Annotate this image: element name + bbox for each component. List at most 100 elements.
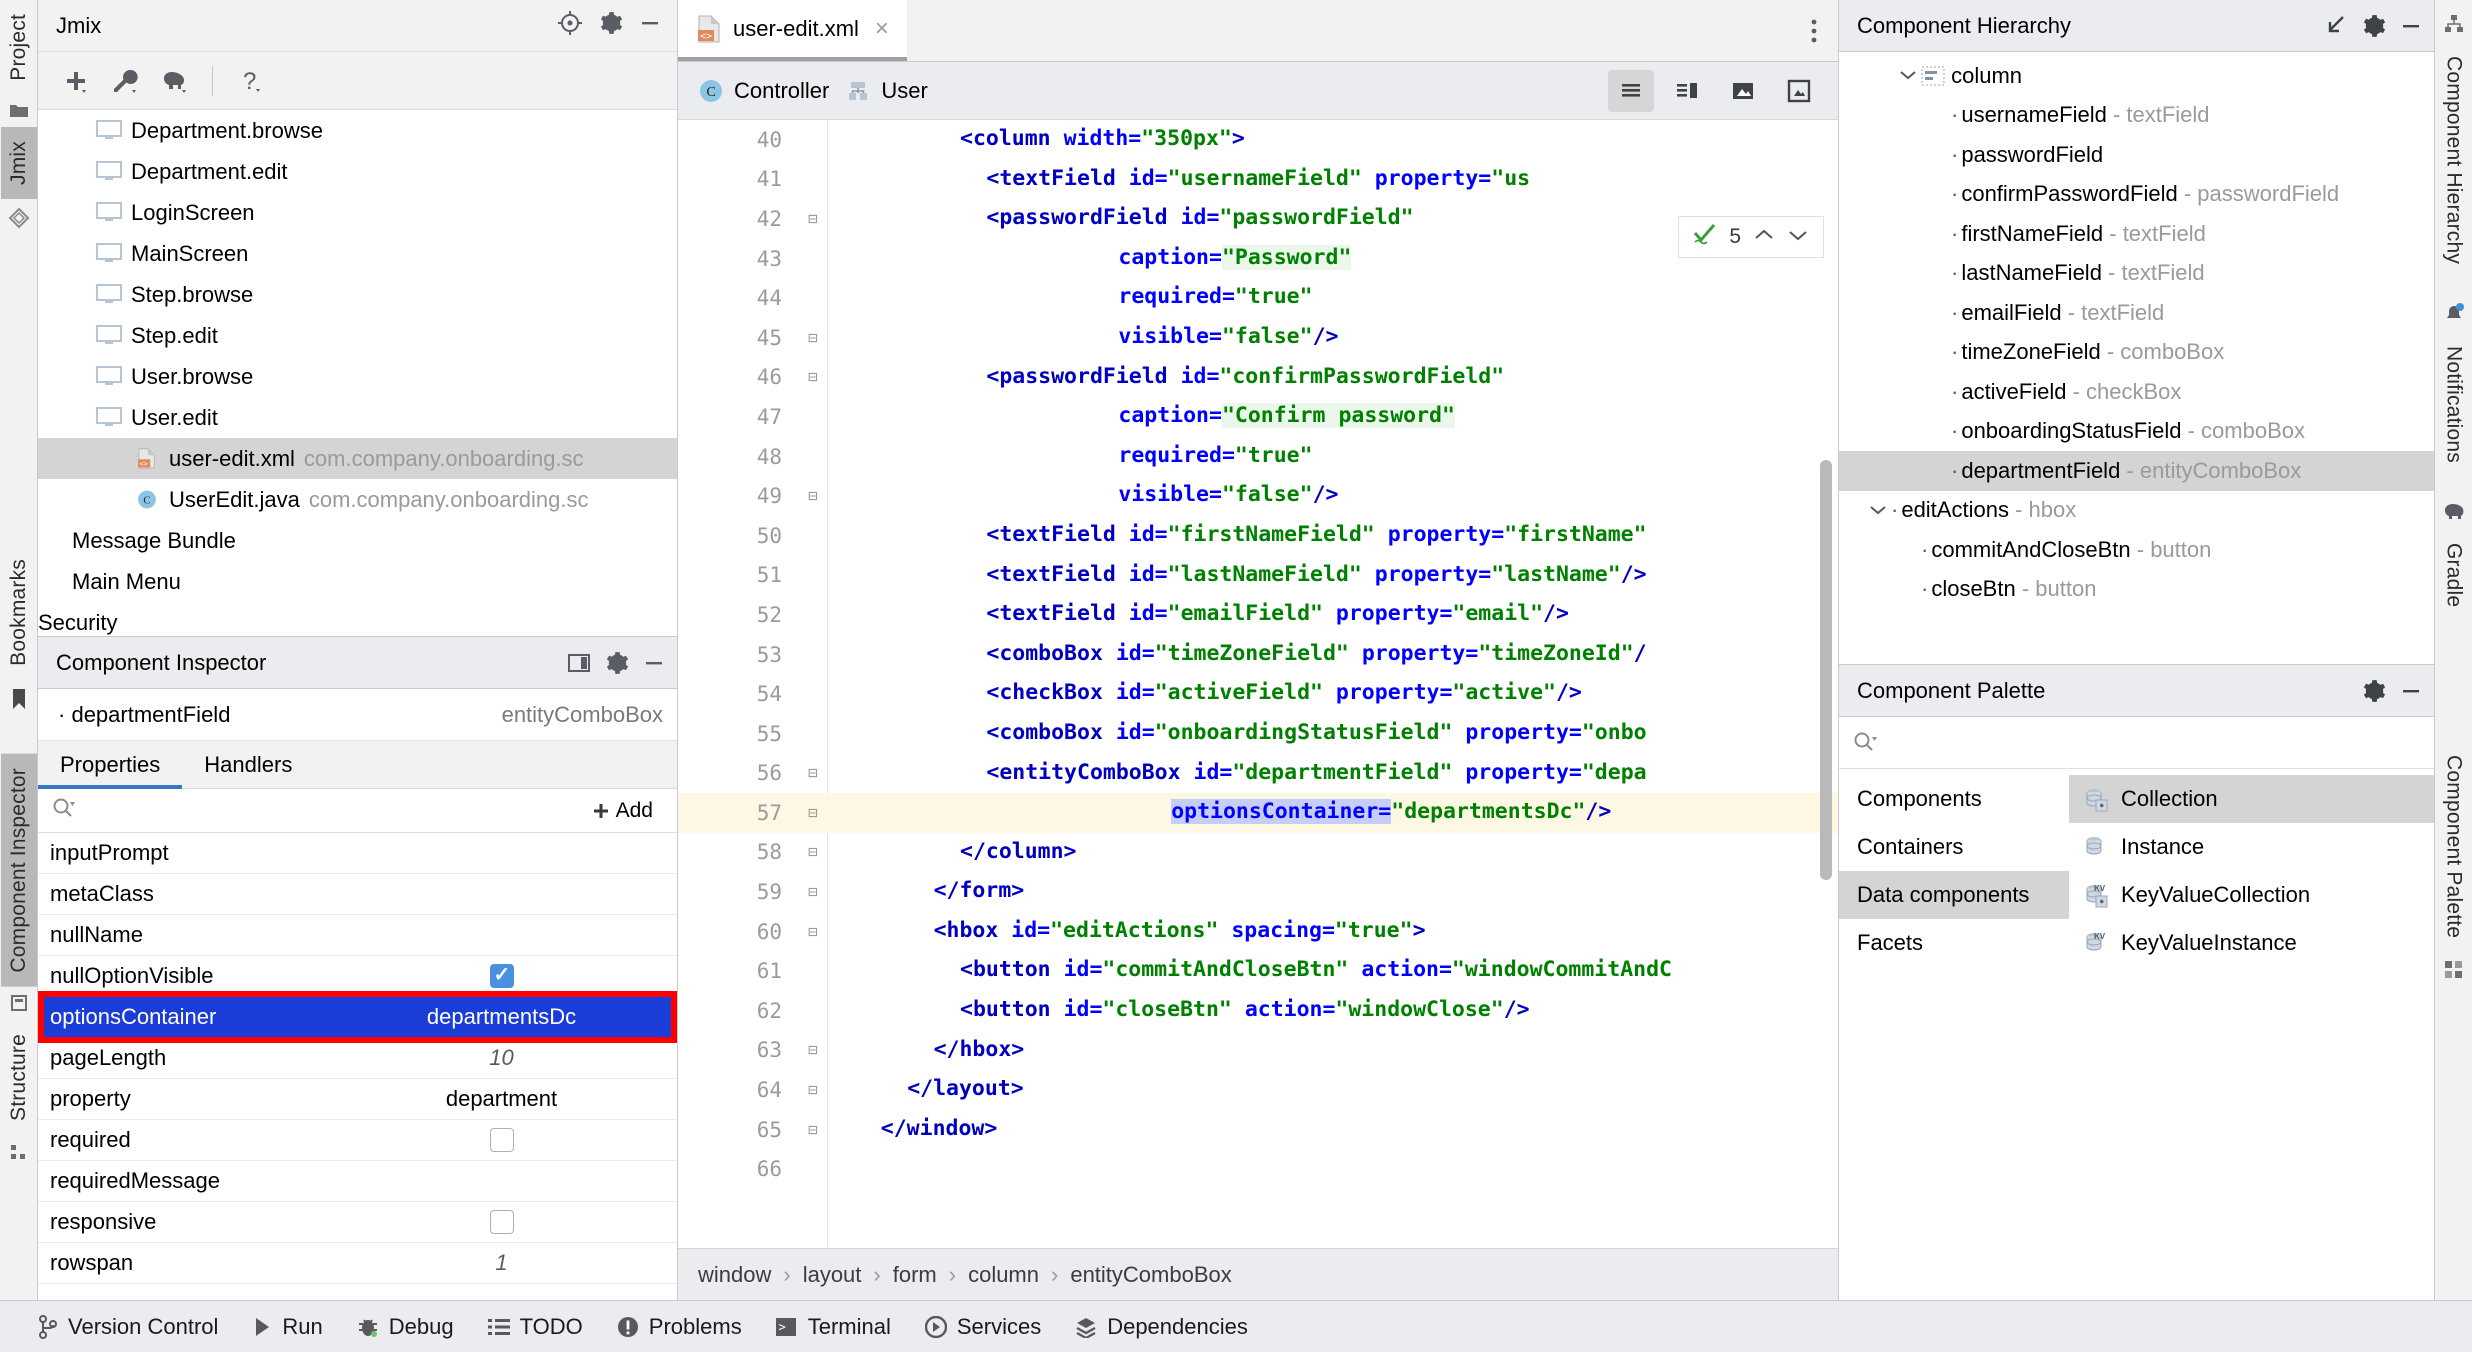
property-checkbox[interactable] — [489, 1128, 514, 1152]
code-fold-toggle[interactable]: ⊟ — [804, 1120, 822, 1139]
properties-table[interactable]: inputPrompt metaClass nullName nullOptionVi… — [38, 833, 677, 1300]
editor-scrollbar[interactable] — [1820, 460, 1832, 880]
code-line[interactable]: 50 <textField id="firstNameField" propert… — [678, 515, 1838, 556]
code-line[interactable]: 47 caption="Confirm password" — [678, 397, 1838, 437]
palette-item[interactable]: KV KeyValueInstance — [2069, 919, 2434, 967]
code-line[interactable]: 57 ⊟ optionsContainer="departmentsDc"/> — [678, 793, 1838, 833]
property-row[interactable]: requiredMessage — [38, 1161, 677, 1202]
search-icon[interactable] — [1853, 731, 1879, 755]
code-line[interactable]: 54 <checkBox id="activeField" property="a… — [678, 674, 1838, 714]
hierarchy-node[interactable]: · editActions - hbox — [1839, 491, 2434, 531]
code-line[interactable]: 51 <textField id="lastNameField" property… — [678, 555, 1838, 596]
chevron-up-icon[interactable] — [1753, 225, 1775, 249]
code-fold-toggle[interactable]: ⊟ — [804, 487, 822, 505]
code-fold-toggle[interactable]: ⊟ — [804, 328, 822, 347]
property-row[interactable]: rowspan 1 — [38, 1243, 677, 1284]
split-icon[interactable] — [567, 651, 591, 675]
minimize-icon[interactable] — [641, 650, 667, 676]
sidebar-tab-project[interactable]: Project — [1, 0, 37, 95]
code-line[interactable]: 43 caption="Password" — [678, 238, 1838, 279]
xml-code-editor[interactable]: 40 <column width="350px"> 41 <textField id=… — [678, 120, 1838, 1248]
hierarchy-node[interactable]: · departmentField - entityComboBox — [1839, 451, 2434, 491]
code-line[interactable]: 63 ⊟ </hbox> — [678, 1030, 1838, 1071]
code-line[interactable]: 64 ⊟ </layout> — [678, 1070, 1838, 1110]
minimize-icon[interactable] — [2398, 678, 2424, 704]
breadcrumb-item[interactable]: entityComboBox — [1070, 1262, 1231, 1288]
elephant-icon[interactable] — [152, 60, 198, 102]
controller-chip[interactable]: C Controller — [698, 78, 829, 104]
code-fold-toggle[interactable]: ⊟ — [804, 764, 822, 782]
gear-icon[interactable] — [603, 650, 629, 676]
code-line[interactable]: 48 required="true" — [678, 436, 1838, 477]
preview-view-icon[interactable] — [1720, 70, 1766, 112]
breadcrumb-item[interactable]: form — [893, 1262, 937, 1288]
component-hierarchy-tree[interactable]: column · usernameField - textField · passwor… — [1839, 52, 2434, 664]
property-row[interactable]: optionsContainer departmentsDc — [38, 991, 677, 1043]
entity-chip[interactable]: User — [845, 78, 928, 104]
jmix-project-tree[interactable]: Department.browse Department.edit LoginScr… — [38, 110, 677, 636]
code-line[interactable]: 53 <comboBox id="timeZoneField" property=… — [678, 634, 1838, 675]
jmix-tree-item[interactable]: MainScreen — [38, 233, 677, 274]
gear-icon[interactable] — [2360, 678, 2386, 704]
jmix-tree-item[interactable]: Step.browse — [38, 274, 677, 315]
gear-icon[interactable] — [597, 10, 623, 42]
code-line[interactable]: 46 ⊟ <passwordField id="confirmPasswordFie… — [678, 358, 1838, 398]
code-fold-toggle[interactable]: ⊟ — [804, 1081, 822, 1099]
property-row[interactable]: required — [38, 1120, 677, 1161]
sidebar-tab-component-inspector[interactable]: Component Inspector — [0, 753, 37, 987]
minimize-icon[interactable] — [2398, 13, 2424, 39]
jmix-tree-item[interactable]: Step.edit — [38, 315, 677, 356]
editor-tab-user-edit-xml[interactable]: <> user-edit.xml × — [678, 0, 907, 61]
right-tab-notifications[interactable]: Notifications — [2436, 332, 2472, 477]
sidebar-tab-jmix[interactable]: Jmix — [0, 126, 37, 199]
property-row[interactable]: pageLength 10 — [38, 1038, 677, 1079]
code-line[interactable]: 45 ⊟ visible="false"/> — [678, 317, 1838, 358]
minimize-icon[interactable] — [637, 10, 663, 42]
hierarchy-node[interactable]: · activeField - checkBox — [1839, 372, 2434, 412]
code-fold-toggle[interactable]: ⊟ — [804, 922, 822, 941]
jmix-tree-item[interactable]: User.browse — [38, 356, 677, 397]
jump-to-source-icon[interactable] — [2322, 13, 2348, 39]
chevron-down-icon[interactable] — [1787, 225, 1809, 249]
close-icon[interactable]: × — [870, 15, 889, 43]
palette-search-input[interactable] — [1887, 730, 2420, 755]
code-fold-toggle[interactable]: ⊟ — [804, 803, 822, 822]
right-tab-component-hierarchy[interactable]: Component Hierarchy — [2436, 42, 2472, 278]
wrench-icon[interactable] — [102, 60, 148, 102]
code-line[interactable]: 44 required="true" — [678, 278, 1838, 318]
jmix-tree-item[interactable]: Department.edit — [38, 151, 677, 192]
breadcrumb-item[interactable]: column — [968, 1262, 1039, 1288]
code-line[interactable]: 52 <textField id="emailField" property="e… — [678, 595, 1838, 635]
hierarchy-node[interactable]: · emailField - textField — [1839, 293, 2434, 333]
code-line[interactable]: 41 <textField id="usernameField" property… — [678, 160, 1838, 200]
property-row[interactable]: nullName — [38, 915, 677, 956]
code-line[interactable]: 65 ⊟ </window> — [678, 1109, 1838, 1150]
jmix-tree-item[interactable]: User.edit — [38, 397, 677, 438]
hierarchy-node[interactable]: · commitAndCloseBtn - button — [1839, 530, 2434, 570]
right-tab-component-palette[interactable]: Component Palette — [2436, 741, 2472, 952]
hierarchy-node[interactable]: · firstNameField - textField — [1839, 214, 2434, 254]
code-line[interactable]: 62 <button id="closeBtn" action="windowCl… — [678, 991, 1838, 1031]
tab-handlers[interactable]: Handlers — [182, 752, 314, 788]
property-row[interactable]: property department — [38, 1079, 677, 1120]
code-line[interactable]: 59 ⊟ </form> — [678, 872, 1838, 912]
palette-item[interactable]: Instance — [2069, 823, 2434, 871]
code-fold-toggle[interactable]: ⊟ — [804, 209, 822, 228]
hierarchy-node[interactable]: · usernameField - textField — [1839, 96, 2434, 136]
target-icon[interactable] — [557, 10, 583, 42]
jmix-tree-item[interactable]: Message Bundle — [38, 520, 677, 561]
hierarchy-node[interactable]: · confirmPasswordField - passwordField — [1839, 175, 2434, 215]
text-view-icon[interactable] — [1608, 69, 1654, 112]
status-bar-item-services[interactable]: Services — [924, 1314, 1041, 1340]
right-tab-gradle[interactable]: Gradle — [2436, 529, 2472, 621]
palette-category[interactable]: Facets — [1839, 919, 2069, 967]
chevron-down-icon[interactable] — [1865, 500, 1891, 521]
hierarchy-node[interactable]: · timeZoneField - comboBox — [1839, 333, 2434, 373]
search-icon[interactable] — [52, 797, 76, 825]
jmix-tree-item[interactable]: Department.browse — [38, 110, 677, 151]
gear-icon[interactable] — [2360, 13, 2386, 39]
palette-category[interactable]: Data components — [1839, 871, 2069, 919]
palette-category[interactable]: Components — [1839, 775, 2069, 823]
property-checkbox[interactable] — [489, 1210, 514, 1234]
jmix-tree-item[interactable]: C UserEdit.java com.company.onboarding.sc — [38, 479, 677, 520]
